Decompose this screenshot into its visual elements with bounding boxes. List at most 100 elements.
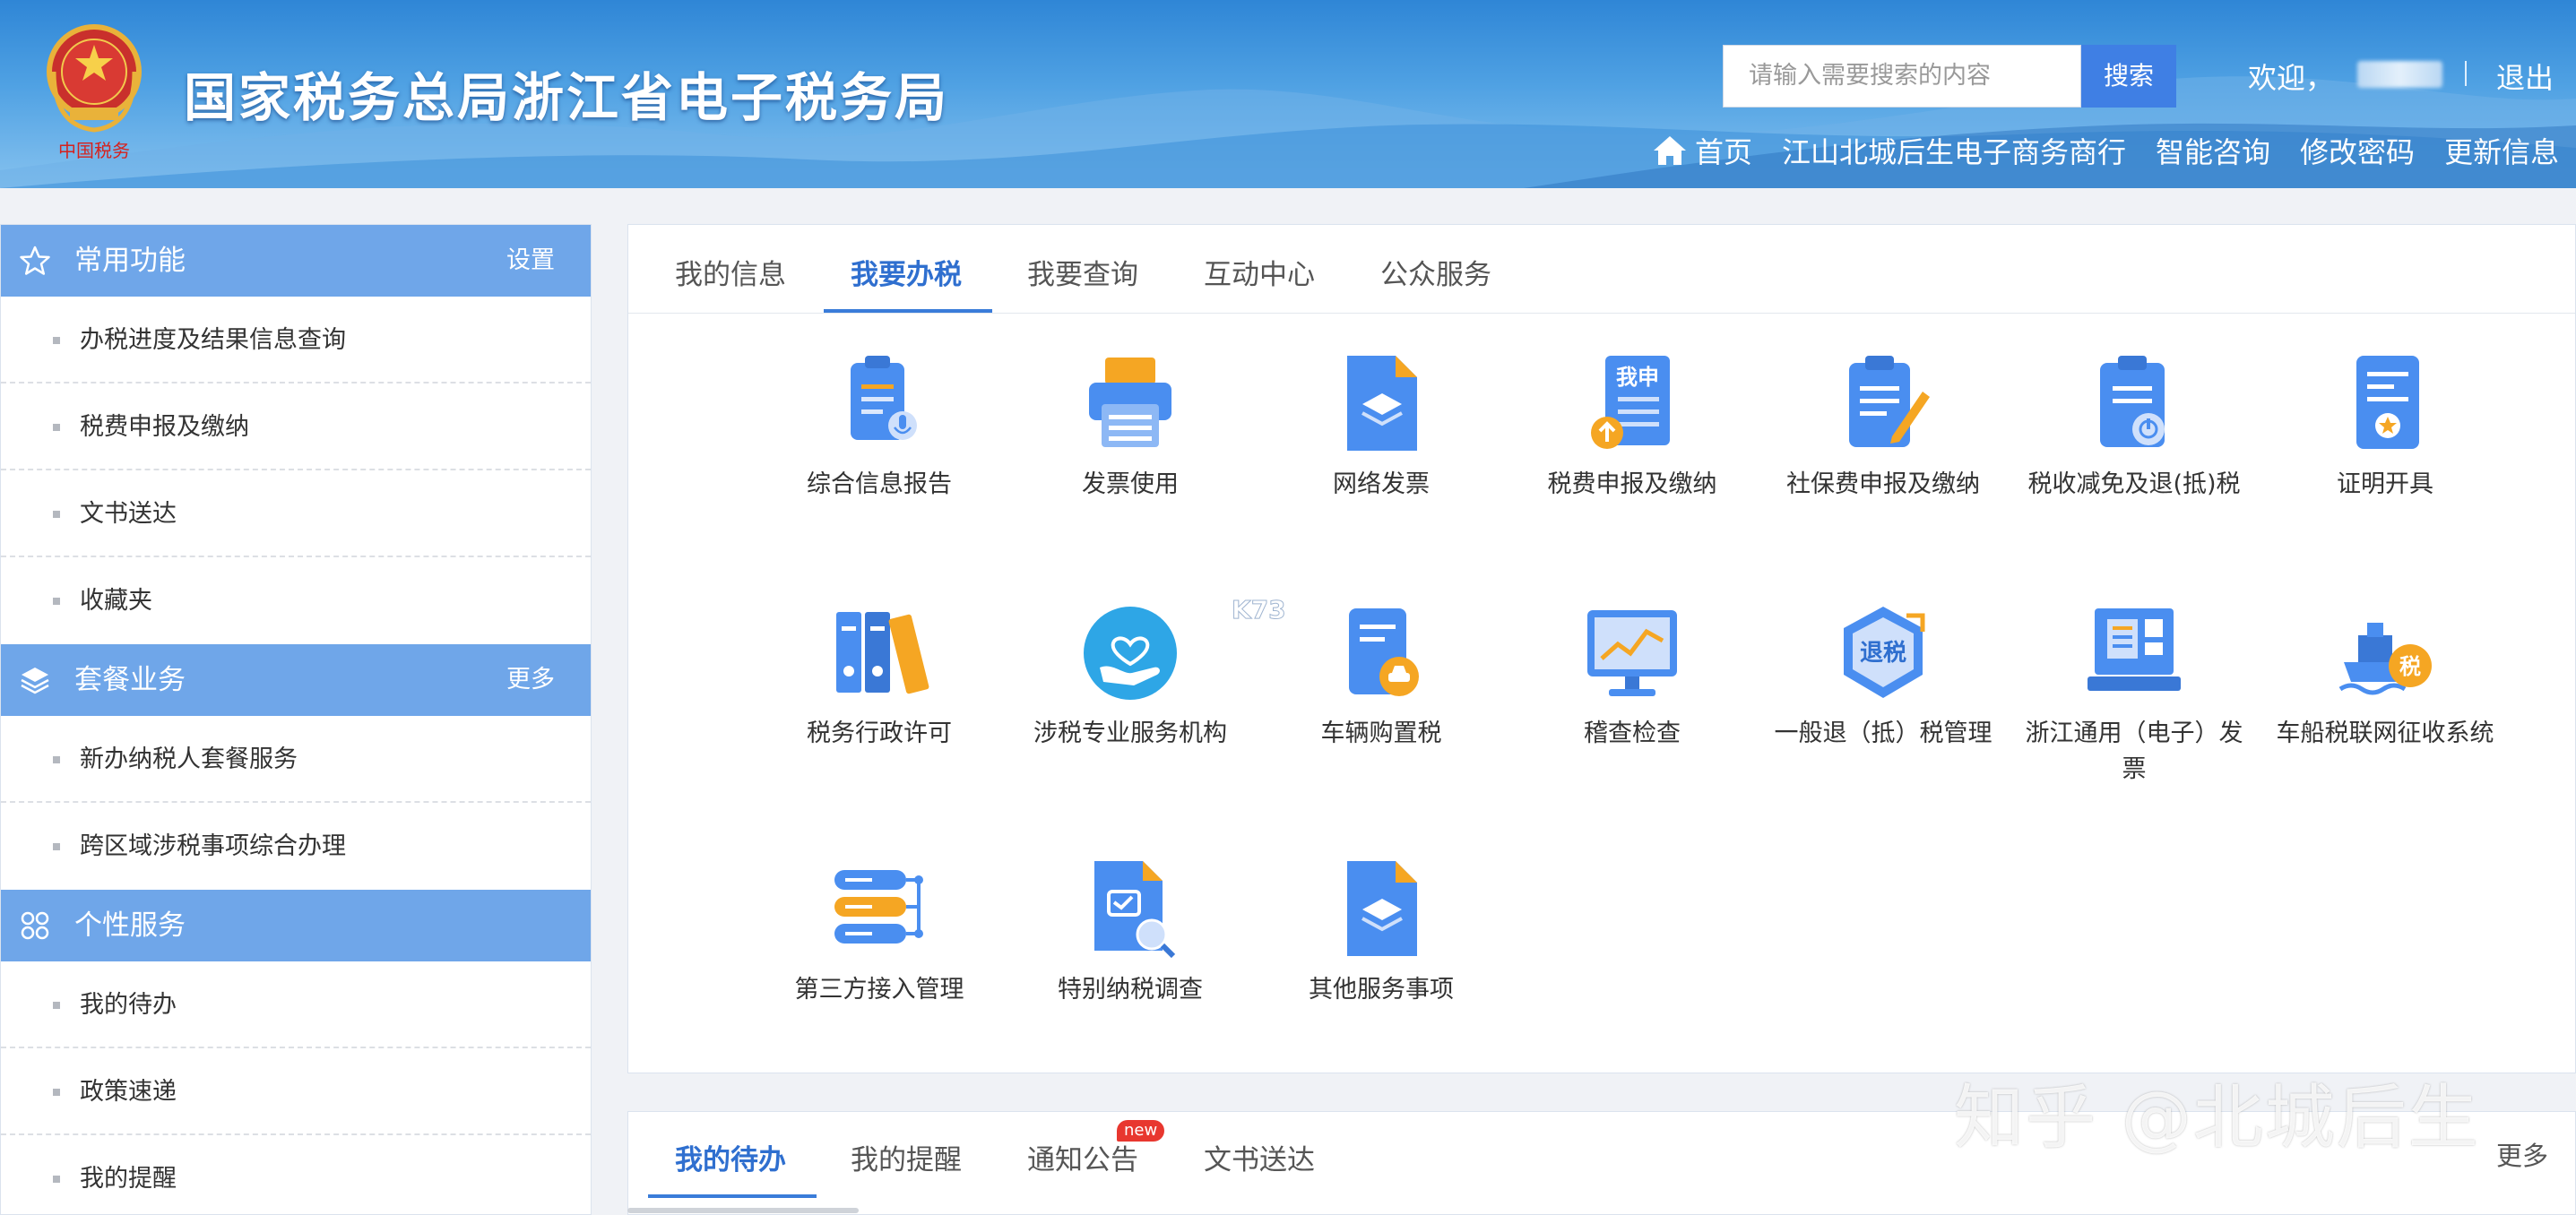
bullet bbox=[53, 1176, 60, 1183]
nav-smart-consult[interactable]: 智能咨询 bbox=[2156, 130, 2270, 171]
tab-query[interactable]: 我要查询 bbox=[1027, 252, 1138, 292]
service-invoice-use[interactable]: 发票使用 bbox=[1005, 350, 1256, 503]
nav-home[interactable]: 首页 bbox=[1652, 130, 1752, 171]
layers-doc-icon bbox=[1347, 861, 1417, 956]
certificate-icon bbox=[2356, 356, 2419, 449]
bullet bbox=[53, 756, 60, 763]
sidebar-item-my-todo[interactable]: 我的待办 bbox=[1, 961, 591, 1048]
tab-my-info[interactable]: 我的信息 bbox=[675, 252, 786, 292]
tab-document-delivery[interactable]: 文书送达 bbox=[1204, 1137, 1315, 1177]
tab-interaction[interactable]: 互动中心 bbox=[1204, 252, 1315, 292]
more-link[interactable]: 更多 bbox=[2496, 1135, 2548, 1173]
main-tabs: 我的信息 我要办税 我要查询 互动中心 公众服务 bbox=[628, 225, 2575, 314]
svg-text:我申: 我申 bbox=[1616, 365, 1659, 390]
clipboard-pen-icon bbox=[1849, 356, 1930, 447]
service-other[interactable]: 其他服务事项 bbox=[1256, 856, 1507, 1008]
bullet bbox=[53, 598, 60, 605]
sidebar: 常用功能 设置 办税进度及结果信息查询 税费申报及缴纳 文书送达 收藏夹 套餐业… bbox=[0, 224, 592, 1215]
grid-icon bbox=[21, 911, 49, 940]
masked-username bbox=[2357, 61, 2442, 88]
logout-link[interactable]: 退出 bbox=[2496, 56, 2554, 97]
sidebar-item-cross-region[interactable]: 跨区域涉税事项综合办理 bbox=[1, 803, 591, 890]
refund-hexagon-icon: 退税 bbox=[1844, 607, 1925, 698]
section-title: 套餐业务 bbox=[74, 664, 186, 696]
sidebar-section-personal: 个性服务 bbox=[1, 890, 591, 961]
tab-notices[interactable]: 通知公告 bbox=[1027, 1137, 1138, 1177]
site-title: 国家税务总局浙江省电子税务局 bbox=[184, 67, 950, 128]
national-emblem-logo: 中国税务 bbox=[47, 24, 142, 161]
welcome-text: 欢迎， bbox=[2248, 61, 2335, 95]
svg-text:K73: K73 bbox=[1232, 595, 1286, 625]
service-special-tax-investigation[interactable]: 特别纳税调查 bbox=[1005, 856, 1256, 1008]
settings-link[interactable]: 设置 bbox=[506, 225, 555, 297]
sidebar-section-packages: 套餐业务 更多 bbox=[1, 644, 591, 716]
svg-text:中国税务: 中国税务 bbox=[58, 140, 130, 161]
nav-company[interactable]: 江山北城后生电子商务商行 bbox=[1782, 130, 2126, 171]
doc-search-icon bbox=[1094, 861, 1176, 959]
sidebar-item-document-delivery[interactable]: 文书送达 bbox=[1, 470, 591, 557]
bullet bbox=[53, 1089, 60, 1096]
section-title: 个性服务 bbox=[74, 909, 186, 942]
hand-heart-icon bbox=[1084, 607, 1177, 700]
section-title: 常用功能 bbox=[74, 245, 186, 277]
bullet bbox=[53, 511, 60, 518]
search-button[interactable]: 搜索 bbox=[2081, 45, 2176, 108]
ship-tax-icon: 税 bbox=[2338, 623, 2432, 695]
new-badge: new bbox=[1117, 1120, 1165, 1142]
horizontal-scrollbar[interactable] bbox=[627, 1208, 859, 1213]
sidebar-section-common: 常用功能 设置 bbox=[1, 225, 591, 297]
service-zhejiang-e-invoice[interactable]: 浙江通用（电子）发票 bbox=[2009, 599, 2260, 788]
bullet bbox=[53, 337, 60, 344]
service-comprehensive-report[interactable]: 综合信息报告 bbox=[754, 350, 1005, 503]
home-icon bbox=[1654, 136, 1686, 165]
service-tax-agency[interactable]: 涉税专业服务机构 bbox=[1005, 599, 1256, 752]
bullet bbox=[53, 424, 60, 431]
printer-icon bbox=[1089, 358, 1171, 447]
bullet bbox=[53, 1002, 60, 1009]
zhihu-watermark: 知乎 @北城后生 bbox=[1954, 1078, 2480, 1159]
star-icon bbox=[20, 246, 50, 275]
layers-icon bbox=[21, 668, 49, 694]
tab-tax-handling[interactable]: 我要办税 bbox=[851, 252, 962, 292]
sidebar-item-tax-declare[interactable]: 税费申报及缴纳 bbox=[1, 383, 591, 470]
service-tax-declare[interactable]: 我申 税费申报及缴纳 bbox=[1507, 350, 1758, 503]
receipt-register-icon bbox=[2088, 608, 2181, 691]
tab-my-reminders[interactable]: 我的提醒 bbox=[851, 1137, 962, 1177]
divider bbox=[2465, 61, 2467, 86]
binders-icon bbox=[836, 612, 929, 694]
declare-doc-icon: 我申 bbox=[1591, 356, 1670, 449]
service-certificate[interactable]: 证明开具 bbox=[2260, 350, 2511, 503]
service-online-invoice[interactable]: 网络发票 bbox=[1256, 350, 1507, 503]
sidebar-item-policy[interactable]: 政策速递 bbox=[1, 1048, 591, 1135]
tab-my-todo[interactable]: 我的待办 bbox=[675, 1137, 786, 1177]
service-social-insurance[interactable]: 社保费申报及缴纳 bbox=[1758, 350, 2009, 503]
service-third-party-access[interactable]: 第三方接入管理 bbox=[754, 856, 1005, 1008]
top-navigation: 首页 江山北城后生电子商务商行 智能咨询 修改密码 更新信息 bbox=[1652, 128, 2559, 173]
service-panel: 我的信息 我要办税 我要查询 互动中心 公众服务 综合信息报告 发票使用 网络发… bbox=[627, 224, 2576, 1073]
nav-change-password[interactable]: 修改密码 bbox=[2300, 130, 2415, 171]
sidebar-item-favorites[interactable]: 收藏夹 bbox=[1, 557, 591, 644]
sidebar-item-progress-query[interactable]: 办税进度及结果信息查询 bbox=[1, 297, 591, 383]
svg-text:退税: 退税 bbox=[1860, 640, 1906, 667]
svg-text:税: 税 bbox=[2399, 654, 2421, 679]
service-administrative-license[interactable]: 税务行政许可 bbox=[754, 599, 1005, 752]
active-tab-indicator bbox=[648, 1194, 817, 1198]
service-tax-reduction-refund[interactable]: 税收减免及退(抵)税 bbox=[2009, 350, 2260, 503]
active-tab-indicator bbox=[824, 309, 992, 313]
site-header: 中国税务 国家税务总局浙江省电子税务局 请输入需要搜索的内容 搜索 欢迎， 退出… bbox=[0, 0, 2576, 188]
nav-update-info[interactable]: 更新信息 bbox=[2444, 130, 2559, 171]
k73-watermark: K73 bbox=[1232, 595, 1287, 625]
bullet bbox=[53, 843, 60, 850]
sidebar-item-new-taxpayer[interactable]: 新办纳税人套餐服务 bbox=[1, 716, 591, 803]
clipboard-mic-icon bbox=[851, 356, 917, 440]
layers-doc-icon bbox=[1347, 356, 1417, 451]
monitor-chart-icon bbox=[1587, 610, 1677, 696]
clipboard-power-icon bbox=[2100, 356, 2165, 447]
sidebar-item-my-reminders[interactable]: 我的提醒 bbox=[1, 1135, 591, 1214]
service-vehicle-vessel-tax[interactable]: 税 车船税联网征收系统 bbox=[2260, 599, 2511, 752]
more-link[interactable]: 更多 bbox=[506, 644, 555, 716]
tab-public-service[interactable]: 公众服务 bbox=[1380, 252, 1491, 292]
service-refund-management[interactable]: 退税 一般退（抵）税管理 bbox=[1758, 599, 2009, 752]
search-input[interactable]: 请输入需要搜索的内容 bbox=[1723, 45, 2081, 108]
service-inspection[interactable]: 稽查检查 bbox=[1507, 599, 1758, 752]
